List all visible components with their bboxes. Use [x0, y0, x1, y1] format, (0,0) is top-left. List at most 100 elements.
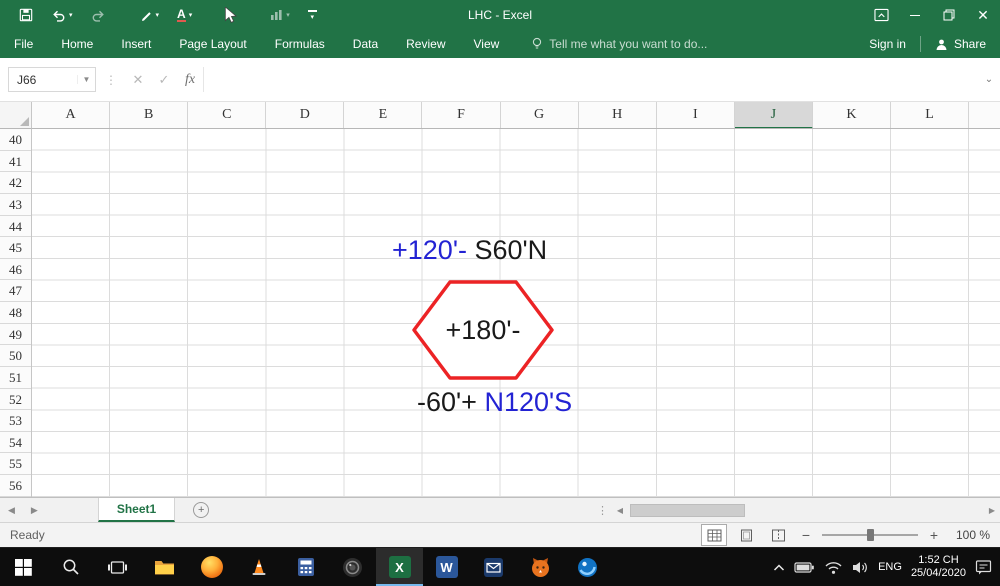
new-sheet-button[interactable]: +	[193, 502, 209, 518]
clock[interactable]: 1:52 CH 25/04/2020	[911, 554, 966, 580]
row-header-42[interactable]: 42	[0, 172, 31, 194]
column-header-H[interactable]: H	[579, 102, 657, 129]
row-header-46[interactable]: 46	[0, 259, 31, 281]
task-view-button[interactable]	[94, 548, 141, 586]
zoom-thumb[interactable]	[867, 529, 874, 541]
page-layout-view-button[interactable]	[734, 525, 758, 545]
hscroll-right-icon[interactable]: ▶	[984, 506, 1000, 515]
name-box-dropdown-icon[interactable]: ▼	[77, 75, 95, 84]
tab-insert[interactable]: Insert	[107, 30, 165, 58]
column-header-E[interactable]: E	[344, 102, 422, 129]
hexagon-shape[interactable]: +180'-	[409, 277, 557, 383]
tab-data[interactable]: Data	[339, 30, 392, 58]
row-header-43[interactable]: 43	[0, 194, 31, 216]
column-header-I[interactable]: I	[657, 102, 735, 129]
qat-font-button[interactable]: A ▾	[168, 0, 201, 30]
formula-input[interactable]	[203, 67, 978, 92]
tab-review[interactable]: Review	[392, 30, 459, 58]
minimize-button[interactable]	[898, 0, 932, 30]
fox-app-button[interactable]	[517, 548, 564, 586]
name-box[interactable]: J66 ▼	[8, 67, 96, 92]
namebox-splitter[interactable]: ⋮	[96, 73, 125, 87]
tab-page-layout[interactable]: Page Layout	[165, 30, 260, 58]
mail-app-button[interactable]	[470, 548, 517, 586]
qat-extra-button[interactable]: ▾	[261, 0, 299, 30]
share-button[interactable]: Share	[935, 37, 986, 51]
excel-button[interactable]: X	[376, 548, 423, 586]
tell-me-box[interactable]: Tell me what you want to do...	[531, 37, 707, 51]
horizontal-scrollbar[interactable]: ◀ ▶	[612, 498, 1000, 523]
qat-pen-button[interactable]: ▾	[131, 0, 169, 30]
row-header-47[interactable]: 47	[0, 280, 31, 302]
tab-file[interactable]: File	[0, 30, 47, 58]
restore-button[interactable]	[932, 0, 966, 30]
column-header-B[interactable]: B	[110, 102, 188, 129]
cancel-button[interactable]: ✕	[125, 72, 151, 88]
undo-dropdown-icon[interactable]: ▾	[69, 11, 73, 19]
sheet-nav-left-icon[interactable]: ◀	[0, 505, 23, 516]
tab-home[interactable]: Home	[47, 30, 107, 58]
row-header-54[interactable]: 54	[0, 432, 31, 454]
close-button[interactable]: ✕	[966, 0, 1000, 30]
redo-button[interactable]	[82, 0, 115, 30]
cells-grid[interactable]: +120'- S60'N +180'- -60'+ N120'S	[32, 129, 1000, 497]
row-header-56[interactable]: 56	[0, 475, 31, 497]
column-header-L[interactable]: L	[891, 102, 969, 129]
sign-in-button[interactable]: Sign in	[869, 37, 906, 51]
column-header-J[interactable]: J	[735, 102, 813, 129]
enter-button[interactable]: ✓	[151, 72, 177, 88]
zoom-out-button[interactable]: −	[798, 527, 814, 543]
row-header-55[interactable]: 55	[0, 453, 31, 475]
word-button[interactable]: W	[423, 548, 470, 586]
row-header-48[interactable]: 48	[0, 302, 31, 324]
row-header-41[interactable]: 41	[0, 151, 31, 173]
calculator-button[interactable]	[282, 548, 329, 586]
browser-app-button[interactable]	[564, 548, 611, 586]
speaker-icon[interactable]	[852, 560, 869, 575]
vlc-button[interactable]	[235, 548, 282, 586]
search-button[interactable]	[47, 548, 94, 586]
qat-font-dropdown-icon[interactable]: ▾	[189, 11, 193, 19]
file-explorer-button[interactable]	[141, 548, 188, 586]
wifi-icon[interactable]	[824, 560, 843, 575]
row-header-52[interactable]: 52	[0, 389, 31, 411]
zoom-slider[interactable]	[822, 528, 918, 542]
normal-view-button[interactable]	[702, 525, 726, 545]
sheet-tab-sheet1[interactable]: Sheet1	[98, 498, 175, 522]
qat-pen-dropdown-icon[interactable]: ▾	[156, 11, 160, 19]
sheet-nav-right-icon[interactable]: ▶	[23, 505, 46, 516]
page-break-view-button[interactable]	[766, 525, 790, 545]
ribbon-display-options-button[interactable]	[864, 0, 898, 30]
insert-function-button[interactable]: fx	[177, 72, 203, 88]
column-header-K[interactable]: K	[813, 102, 891, 129]
tab-view[interactable]: View	[460, 30, 514, 58]
zoom-in-button[interactable]: +	[926, 527, 942, 543]
zoom-level[interactable]: 100 %	[950, 528, 990, 542]
select-all-button[interactable]	[0, 102, 32, 129]
qat-extra-dropdown-icon[interactable]: ▾	[286, 11, 290, 19]
undo-button[interactable]: ▾	[42, 0, 82, 30]
action-center-icon[interactable]	[975, 559, 992, 575]
qat-select-button[interactable]	[215, 0, 247, 30]
start-button[interactable]	[0, 548, 47, 586]
tab-formulas[interactable]: Formulas	[261, 30, 339, 58]
hscroll-thumb[interactable]	[630, 504, 745, 517]
column-header-A[interactable]: A	[32, 102, 110, 129]
column-header-C[interactable]: C	[188, 102, 266, 129]
row-header-44[interactable]: 44	[0, 216, 31, 238]
column-header-D[interactable]: D	[266, 102, 344, 129]
column-header-G[interactable]: G	[501, 102, 579, 129]
tab-scroll-splitter[interactable]: ⋮	[593, 504, 612, 517]
hscroll-track[interactable]	[628, 504, 984, 517]
tray-chevron-up-icon[interactable]	[773, 563, 785, 572]
firefox-button[interactable]	[188, 548, 235, 586]
battery-icon[interactable]	[794, 560, 815, 575]
row-header-51[interactable]: 51	[0, 367, 31, 389]
column-header-F[interactable]: F	[422, 102, 500, 129]
row-header-45[interactable]: 45	[0, 237, 31, 259]
language-indicator[interactable]: ENG	[878, 561, 902, 573]
row-header-53[interactable]: 53	[0, 410, 31, 432]
save-button[interactable]	[10, 0, 42, 30]
qat-customize-button[interactable]: ▾	[299, 0, 326, 30]
formula-bar-expand-button[interactable]: ⌄	[978, 74, 1000, 85]
